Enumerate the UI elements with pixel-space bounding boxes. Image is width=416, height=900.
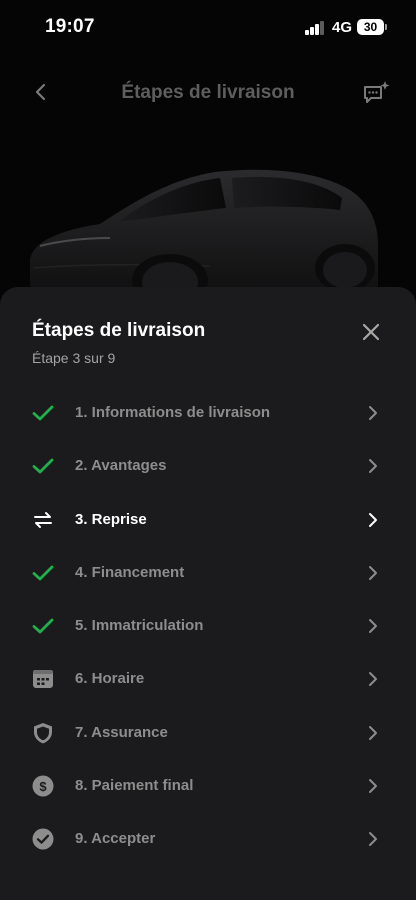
step-avantages[interactable]: 2. Avantages xyxy=(0,439,416,492)
shield-icon xyxy=(34,722,52,744)
step-label: 1. Informations de livraison xyxy=(75,404,271,421)
chevron-right-icon xyxy=(369,619,377,634)
status-bar: 19:07 4G 30 xyxy=(0,0,416,56)
steps-list: 1. Informations de livraison 2. Avantage… xyxy=(0,386,416,866)
step-paiement-final[interactable]: $ 8. Paiement final xyxy=(0,759,416,812)
chevron-right-icon xyxy=(369,779,377,794)
step-label: 4. Financement xyxy=(75,563,185,581)
chevron-right-icon xyxy=(369,406,377,420)
check-icon xyxy=(32,458,54,474)
step-accepter[interactable]: 9. Accepter xyxy=(0,812,416,865)
step-label: 8. Paiement final xyxy=(75,777,194,795)
check-circle-icon xyxy=(32,828,54,850)
step-immatriculation[interactable]: 5. Immatriculation xyxy=(0,599,416,652)
sheet-title: Étapes de livraison xyxy=(32,320,206,341)
status-time: 19:07 xyxy=(45,16,95,37)
step-label: 3. Reprise xyxy=(75,510,147,528)
check-icon xyxy=(32,565,54,581)
delivery-steps-sheet: Étapes de livraison Étape 3 sur 9 1. Inf… xyxy=(0,287,416,900)
step-horaire[interactable]: 6. Horaire xyxy=(0,652,416,705)
close-button[interactable] xyxy=(360,321,382,343)
chevron-right-icon xyxy=(369,672,377,687)
network-type: 4G xyxy=(332,19,353,36)
step-label: 6. Horaire xyxy=(75,670,145,688)
step-label: 5. Immatriculation xyxy=(75,617,204,635)
step-label: 7. Assurance xyxy=(75,723,168,741)
step-financement[interactable]: 4. Financement xyxy=(0,546,416,599)
dollar-icon: $ xyxy=(32,775,54,797)
signal-icon xyxy=(305,21,325,35)
chevron-right-icon xyxy=(369,459,377,474)
chevron-right-icon xyxy=(369,565,377,580)
step-label: 2. Avantages xyxy=(75,457,167,475)
chevron-right-icon xyxy=(369,725,377,740)
battery-level: 30 xyxy=(363,20,378,34)
close-icon xyxy=(362,323,380,341)
step-assurance[interactable]: 7. Assurance xyxy=(0,706,416,759)
page-title: Étapes de livraison xyxy=(121,82,295,103)
car-image xyxy=(30,169,378,300)
svg-text:$: $ xyxy=(39,779,47,794)
step-reprise[interactable]: 3. Reprise xyxy=(0,493,416,546)
check-icon xyxy=(32,405,54,421)
chat-assistant-button[interactable] xyxy=(362,80,390,106)
battery-icon: 30 xyxy=(357,19,387,35)
chevron-right-icon xyxy=(369,512,377,527)
chat-sparkle-icon xyxy=(364,81,390,103)
step-label: 9. Accepter xyxy=(75,830,156,848)
check-icon xyxy=(32,618,54,634)
step-informations-livraison[interactable]: 1. Informations de livraison xyxy=(0,386,416,439)
chevron-right-icon xyxy=(369,832,377,847)
calendar-icon xyxy=(33,670,53,689)
step-progress: Étape 3 sur 9 xyxy=(32,350,116,366)
swap-arrows-icon xyxy=(34,511,52,528)
